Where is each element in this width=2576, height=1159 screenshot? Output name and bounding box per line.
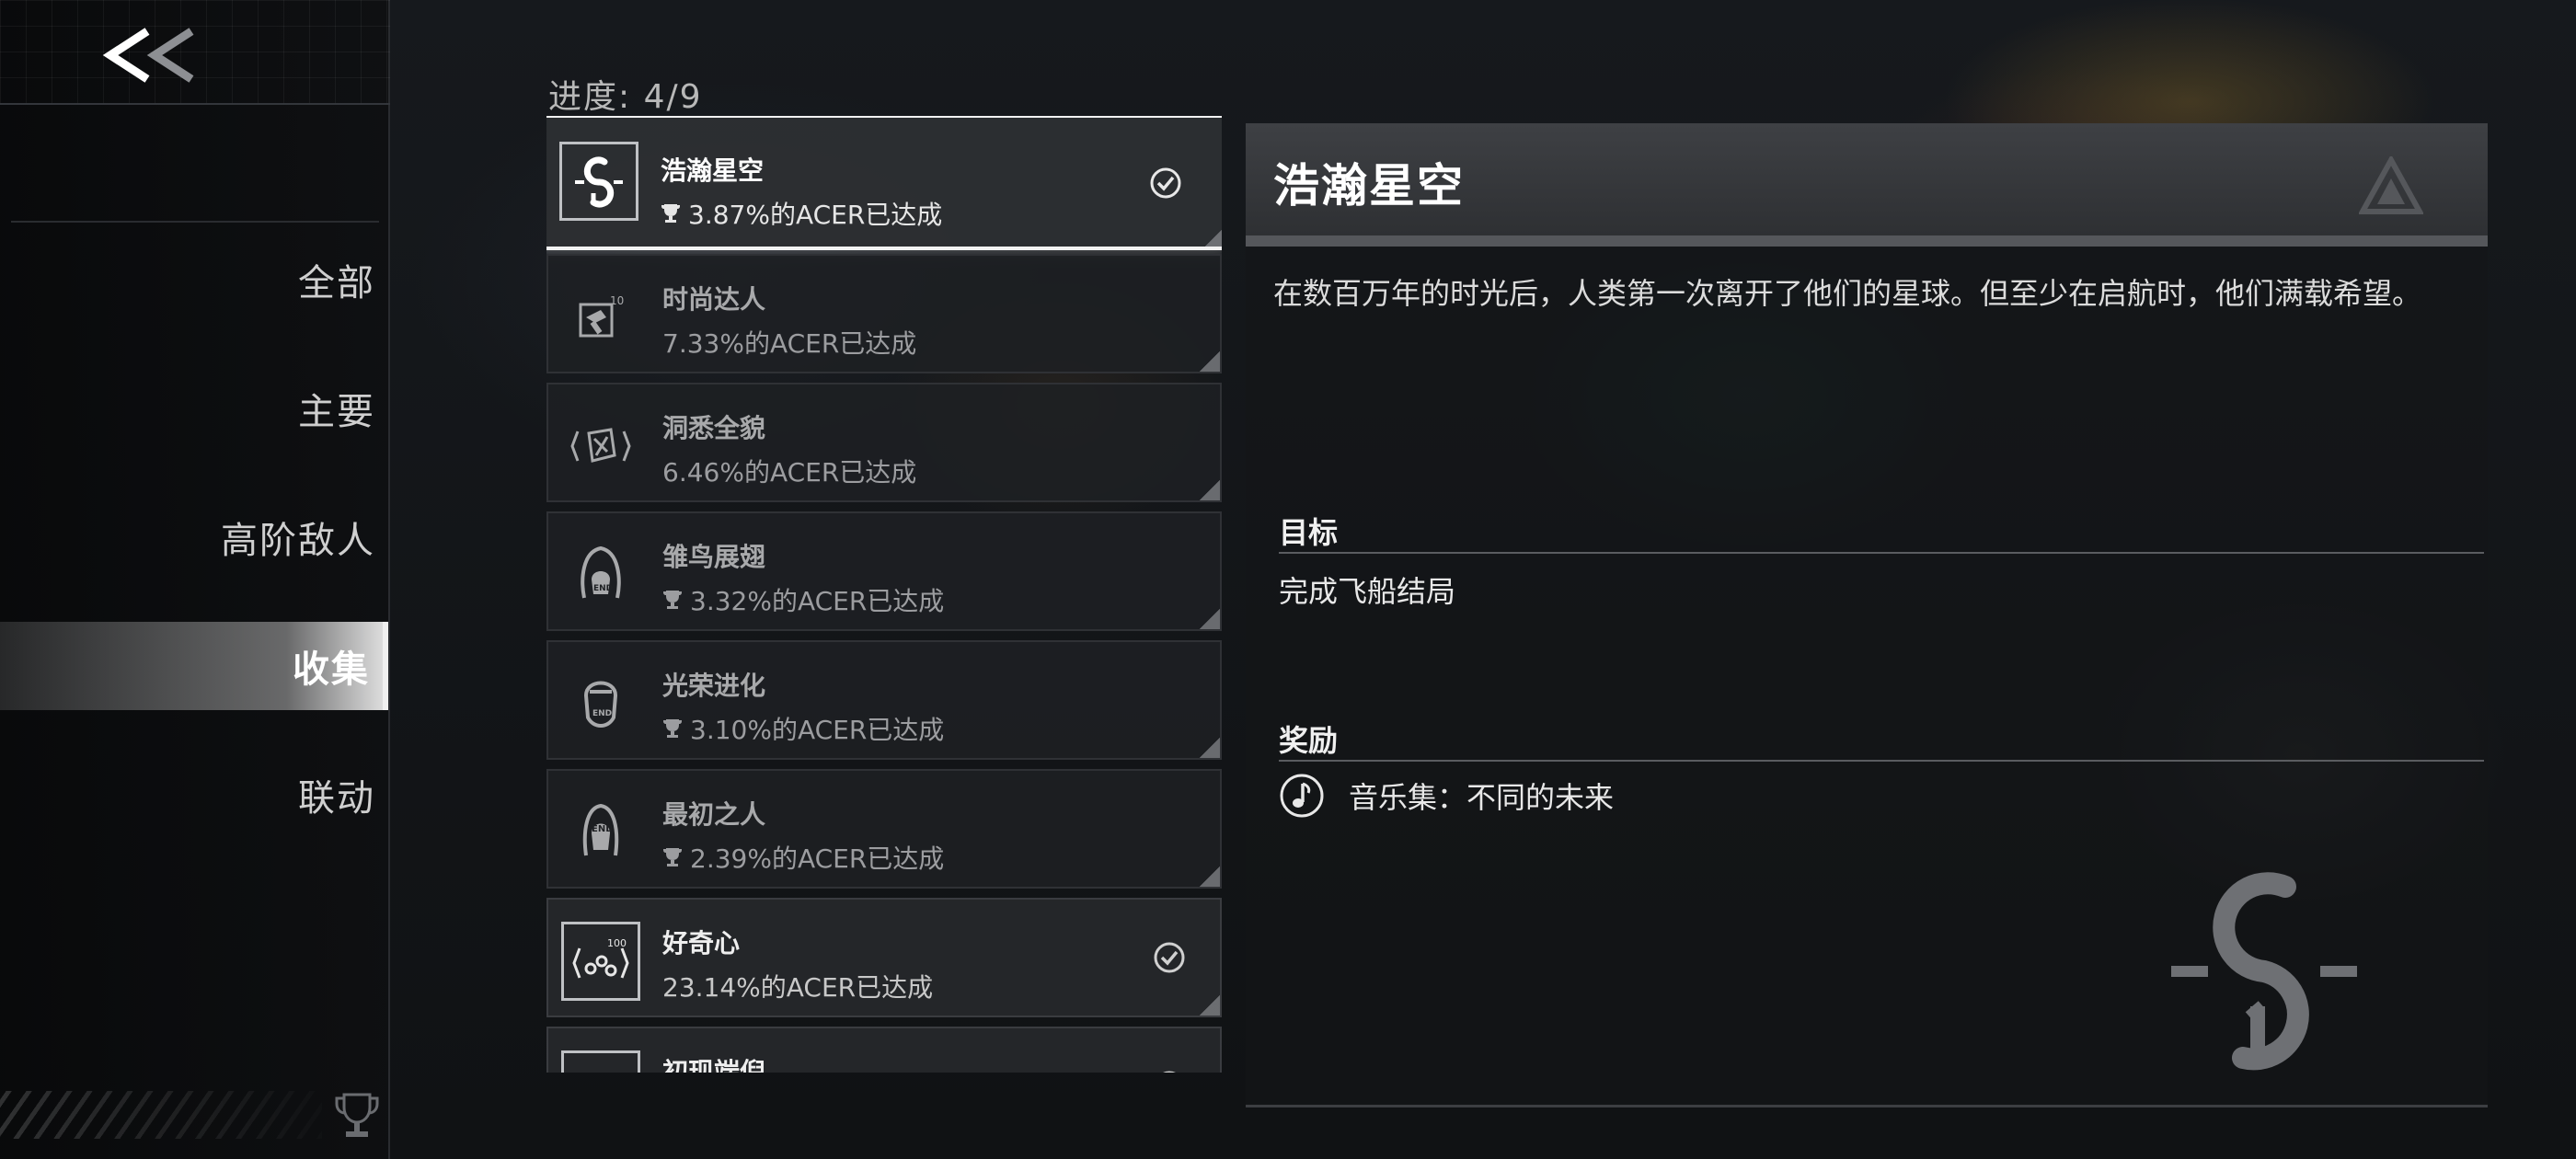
completed-check-icon — [1163, 1071, 1176, 1073]
achievement-card[interactable]: 10 时尚达人 7.33%的ACER已达成 — [546, 254, 1222, 373]
achievement-title: 光荣进化 — [662, 671, 766, 701]
sidebar: 全部 主要 高阶敌人 收集 联动 — [0, 0, 390, 1159]
reward-divider — [1279, 760, 2484, 762]
decorative-stripes — [0, 1091, 322, 1139]
achievement-card[interactable]: 100 好奇心 23.14%的ACER已达成 — [546, 898, 1222, 1017]
achievement-detail-panel: 浩瀚星空 在数百万年的时光后，人类第一次离开了他们的星球。但至少在启航时，他们满… — [1246, 123, 2488, 1107]
achievement-card-selected[interactable]: 浩瀚星空 3.87%的ACER已达成 — [546, 116, 1222, 250]
hammer-10-icon: 10 — [579, 294, 624, 338]
detail-title: 浩瀚星空 — [1273, 159, 1465, 212]
completed-check-icon — [1150, 167, 1181, 199]
achievement-title: 好奇心 — [662, 928, 741, 958]
achievement-title: 初现端倪 — [662, 1057, 766, 1073]
back-button[interactable] — [99, 22, 219, 88]
svg-text:END: END — [592, 824, 614, 834]
detail-header: 浩瀚星空 — [1246, 123, 2488, 247]
achievement-card[interactable]: END 光荣进化 3.10%的ACER已达成 — [546, 640, 1222, 760]
progress-label: 进度: 4/9 — [548, 78, 703, 116]
sidebar-item-label: 收集 — [293, 648, 370, 691]
achievement-stat: 3.32%的ACER已达成 — [662, 581, 944, 618]
card-corner-mark — [1205, 226, 1222, 247]
card-corner-mark — [1200, 866, 1220, 887]
trophy-icon — [663, 848, 682, 866]
end-head-icon: END — [583, 681, 618, 728]
goal-divider — [1279, 552, 2484, 554]
sidebar-item-label: 全部 — [298, 262, 375, 304]
trophy-icon — [335, 1093, 379, 1137]
reward-item: 音乐集：不同的未来 — [1279, 773, 1614, 819]
goal-label: 目标 — [1279, 515, 1339, 550]
svg-text:END: END — [592, 709, 612, 718]
achievement-icon-frame — [561, 1050, 640, 1073]
card-corner-mark — [1200, 609, 1220, 629]
trophy-icon — [663, 591, 682, 609]
achievement-stat: 6.46%的ACER已达成 — [662, 457, 917, 488]
sidebar-item-label: 主要 — [298, 391, 375, 433]
music-note-icon — [1280, 774, 1324, 818]
achievement-stat: 23.14%的ACER已达成 — [662, 972, 934, 1003]
card-corner-mark — [1200, 351, 1220, 372]
achievement-title: 雏鸟展翅 — [662, 542, 766, 572]
dots-100-icon: 100 — [572, 937, 629, 979]
achievement-icon-frame — [561, 407, 640, 486]
card-corner-mark — [1200, 995, 1220, 1016]
achievement-title: 洞悉全貌 — [662, 413, 766, 443]
achievement-title: 浩瀚星空 — [661, 155, 765, 186]
detail-description: 在数百万年的时光后，人类第一次离开了他们的星球。但至少在启航时，他们满载希望。 — [1273, 276, 2422, 311]
achievement-stat: 3.10%的ACER已达成 — [662, 710, 944, 747]
game-logo-icon — [2359, 156, 2423, 214]
achievement-title: 最初之人 — [662, 799, 766, 830]
partial-icon — [573, 1062, 628, 1073]
sidebar-item-label: 高阶敌人 — [221, 520, 375, 562]
completed-check-icon — [1154, 942, 1185, 973]
achievement-icon-frame: 100 — [561, 922, 640, 1001]
map-fragment-icon — [570, 428, 631, 463]
svg-text:10: 10 — [610, 294, 624, 307]
double-chevron-left-icon — [102, 28, 194, 83]
sidebar-item-collab[interactable]: 联动 — [0, 751, 388, 839]
svg-text:END: END — [593, 584, 613, 593]
sidebar-item-label: 联动 — [298, 777, 375, 820]
achievement-card[interactable]: 洞悉全貌 6.46%的ACER已达成 — [546, 383, 1222, 502]
goal-value: 完成飞船结局 — [1279, 574, 1456, 609]
trophy-icon — [663, 719, 682, 738]
sidebar-item-collection[interactable]: 收集 — [0, 622, 388, 710]
achievement-icon-frame: END — [561, 664, 640, 743]
achievement-list[interactable]: 浩瀚星空 3.87%的ACER已达成 10 时尚达人 7.33%的ACER已达成 — [546, 116, 1222, 1073]
achievement-stat: 2.39%的ACER已达成 — [662, 839, 944, 876]
achievement-icon-frame: 10 — [561, 278, 640, 357]
spiral-logo-icon — [575, 156, 623, 208]
reward-value: 音乐集：不同的未来 — [1349, 780, 1615, 815]
achievement-icon-frame: END — [561, 793, 640, 872]
sidebar-item-main[interactable]: 主要 — [0, 364, 388, 453]
sidebar-item-elite-enemies[interactable]: 高阶敌人 — [0, 493, 388, 581]
spiral-logo-icon — [2171, 872, 2357, 1071]
card-corner-mark — [1200, 738, 1220, 758]
achievement-card[interactable]: END 雏鸟展翅 3.32%的ACER已达成 — [546, 511, 1222, 631]
achievement-icon-frame: END — [561, 535, 640, 614]
sidebar-item-all[interactable]: 全部 — [0, 235, 388, 324]
svg-text:100: 100 — [607, 937, 627, 949]
reward-label: 奖励 — [1279, 723, 1339, 758]
trophy-icon — [661, 204, 680, 223]
achievement-stat: 7.33%的ACER已达成 — [662, 328, 917, 359]
achievement-stat: 3.87%的ACER已达成 — [661, 195, 942, 232]
card-corner-mark — [1200, 480, 1220, 500]
end-head-icon: END — [581, 545, 621, 599]
end-head-icon: END — [582, 803, 619, 856]
achievement-card[interactable]: 初现端倪 — [546, 1027, 1222, 1073]
achievement-icon-frame — [559, 142, 638, 221]
sidebar-divider — [11, 221, 379, 223]
achievement-title: 时尚达人 — [662, 284, 766, 315]
achievement-card[interactable]: END 最初之人 2.39%的ACER已达成 — [546, 769, 1222, 889]
